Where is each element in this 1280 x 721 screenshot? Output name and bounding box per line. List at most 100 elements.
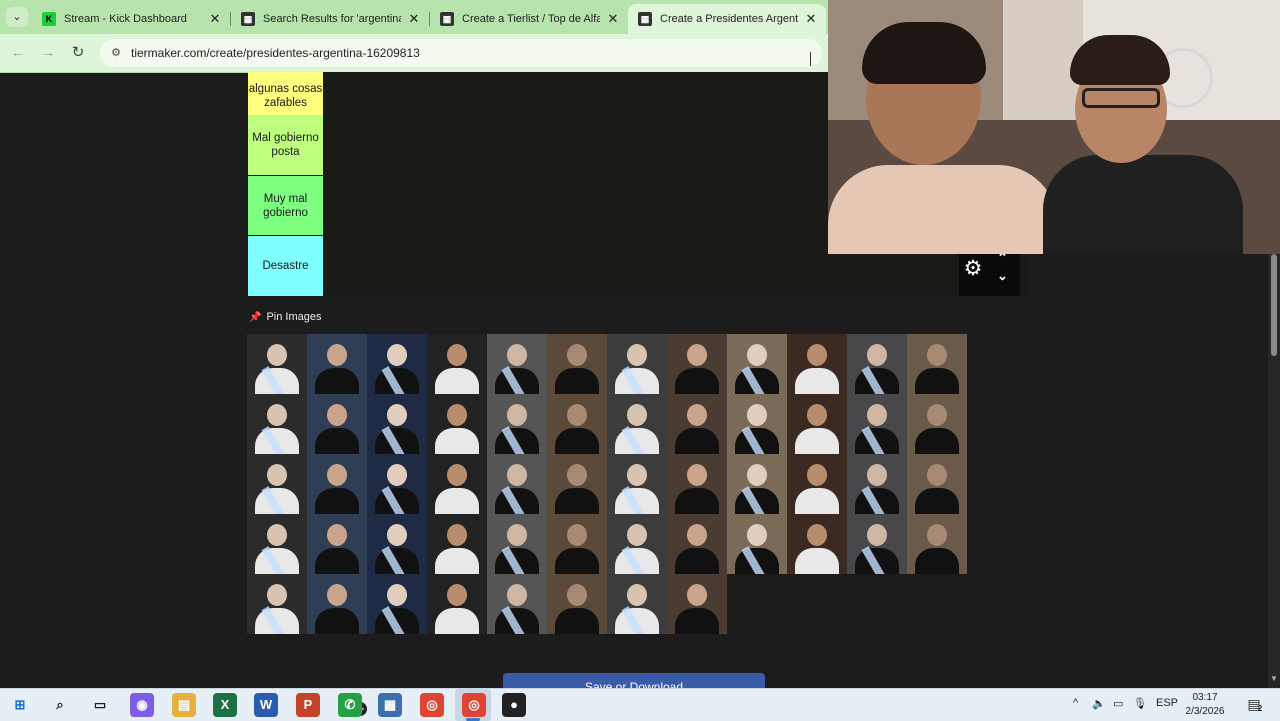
president-portrait[interactable]: [427, 454, 487, 514]
tier-label[interactable]: algunas cosas zafables: [248, 72, 323, 115]
president-portrait[interactable]: [247, 394, 307, 454]
president-portrait[interactable]: [367, 514, 427, 574]
tab-search-dropdown[interactable]: ⌄: [6, 7, 28, 27]
president-portrait[interactable]: [247, 514, 307, 574]
page-scrollbar[interactable]: ▼: [1268, 254, 1280, 688]
president-portrait[interactable]: [547, 574, 607, 634]
president-portrait[interactable]: [787, 334, 847, 394]
close-icon[interactable]: ✕: [208, 11, 222, 27]
president-portrait[interactable]: [487, 394, 547, 454]
tier-label[interactable]: Desastre: [248, 236, 323, 296]
president-portrait[interactable]: [907, 454, 967, 514]
microphone-icon[interactable]: 🎙: [1133, 697, 1147, 710]
language-indicator[interactable]: ESP: [1156, 697, 1178, 709]
president-portrait[interactable]: [427, 334, 487, 394]
copilot-icon[interactable]: ◉: [130, 693, 154, 717]
system-clock[interactable]: 03:17 2/3/2026: [1180, 691, 1230, 719]
site-info-icon[interactable]: ⚙: [108, 45, 124, 61]
president-portrait[interactable]: [427, 574, 487, 634]
word-icon[interactable]: W: [254, 693, 278, 717]
tab-alfajor-tierlist[interactable]: ▦ Create a Tierlist / Top de Alfajor ✕: [430, 4, 628, 34]
powerpoint-icon[interactable]: P: [296, 693, 320, 717]
reload-button[interactable]: ↻: [67, 42, 89, 64]
president-portrait[interactable]: [907, 394, 967, 454]
scroll-down-arrow[interactable]: ▼: [1270, 674, 1278, 683]
address-bar[interactable]: ⚙ tiermaker.com/create/presidentes-argen…: [100, 39, 822, 67]
scrollbar-thumb[interactable]: [1271, 254, 1277, 356]
president-portrait[interactable]: [427, 514, 487, 574]
president-portrait[interactable]: [427, 394, 487, 454]
president-portrait[interactable]: [307, 454, 367, 514]
president-portrait[interactable]: [907, 334, 967, 394]
president-portrait[interactable]: [367, 334, 427, 394]
back-button[interactable]: ←: [7, 42, 29, 64]
president-portrait[interactable]: [667, 514, 727, 574]
president-portrait[interactable]: [607, 334, 667, 394]
president-portrait[interactable]: [307, 334, 367, 394]
president-portrait[interactable]: [607, 394, 667, 454]
chrome-profile-icon[interactable]: ◎: [462, 693, 486, 717]
president-portrait[interactable]: [667, 574, 727, 634]
president-portrait[interactable]: [367, 394, 427, 454]
president-portrait[interactable]: [847, 514, 907, 574]
president-portrait[interactable]: [547, 394, 607, 454]
president-portrait[interactable]: [367, 454, 427, 514]
president-portrait[interactable]: [607, 454, 667, 514]
president-portrait[interactable]: [487, 334, 547, 394]
gear-icon[interactable]: ⚙: [962, 258, 984, 280]
file-explorer-icon[interactable]: ▤: [172, 693, 196, 717]
president-portrait[interactable]: [607, 574, 667, 634]
tray-overflow-icon[interactable]: ^: [1073, 697, 1078, 709]
president-portrait[interactable]: [727, 454, 787, 514]
president-portrait[interactable]: [787, 394, 847, 454]
president-portrait[interactable]: [247, 334, 307, 394]
president-portrait[interactable]: [547, 454, 607, 514]
chevron-down-icon[interactable]: ⌄: [997, 268, 1008, 284]
president-portrait[interactable]: [487, 454, 547, 514]
president-portrait[interactable]: [847, 394, 907, 454]
president-portrait[interactable]: [667, 334, 727, 394]
president-portrait[interactable]: [487, 514, 547, 574]
president-portrait[interactable]: [487, 574, 547, 634]
tab-kick-dashboard[interactable]: K Stream - Kick Dashboard ✕: [32, 4, 230, 34]
network-icon[interactable]: ▭: [1113, 697, 1123, 710]
tier-label[interactable]: Mal gobierno posta: [248, 115, 323, 175]
task-view-icon[interactable]: ▭: [88, 693, 112, 717]
president-portrait[interactable]: [307, 514, 367, 574]
volume-icon[interactable]: 🔈: [1092, 697, 1106, 710]
close-icon[interactable]: ✕: [606, 11, 620, 27]
tab-search-results[interactable]: ▦ Search Results for 'argentina' - ✕: [231, 4, 429, 34]
president-portrait[interactable]: [547, 514, 607, 574]
close-icon[interactable]: ✕: [804, 11, 818, 27]
search-icon[interactable]: ⌕: [48, 693, 72, 717]
president-portrait[interactable]: [727, 334, 787, 394]
president-portrait[interactable]: [907, 514, 967, 574]
president-portrait[interactable]: [787, 514, 847, 574]
president-portrait[interactable]: [727, 394, 787, 454]
chrome-icon[interactable]: ◎: [420, 693, 444, 717]
president-portrait[interactable]: [247, 574, 307, 634]
president-portrait[interactable]: [787, 454, 847, 514]
president-portrait[interactable]: [547, 334, 607, 394]
excel-icon[interactable]: X: [213, 693, 237, 717]
tab-presidentes-argentina[interactable]: ▦ Create a Presidentes Argentina ✕: [628, 4, 826, 34]
president-portrait[interactable]: [307, 574, 367, 634]
president-portrait[interactable]: [847, 454, 907, 514]
close-icon[interactable]: ✕: [407, 11, 421, 27]
windows-start-icon[interactable]: ⊞: [8, 693, 32, 717]
calculator-icon[interactable]: ▦: [378, 693, 402, 717]
president-portrait[interactable]: [607, 514, 667, 574]
president-portrait[interactable]: [667, 454, 727, 514]
forward-button[interactable]: →: [37, 42, 59, 64]
president-portrait[interactable]: [307, 394, 367, 454]
tab-title: Create a Tierlist / Top de Alfajor: [462, 13, 600, 25]
president-portrait[interactable]: [367, 574, 427, 634]
whatsapp-icon[interactable]: ✆: [338, 693, 362, 717]
president-portrait[interactable]: [727, 514, 787, 574]
president-portrait[interactable]: [847, 334, 907, 394]
obs-icon[interactable]: ●: [502, 693, 526, 717]
pin-images-toggle[interactable]: 📌 Pin Images: [249, 311, 321, 323]
president-portrait[interactable]: [247, 454, 307, 514]
tier-label[interactable]: Muy mal gobierno: [248, 176, 323, 235]
president-portrait[interactable]: [667, 394, 727, 454]
